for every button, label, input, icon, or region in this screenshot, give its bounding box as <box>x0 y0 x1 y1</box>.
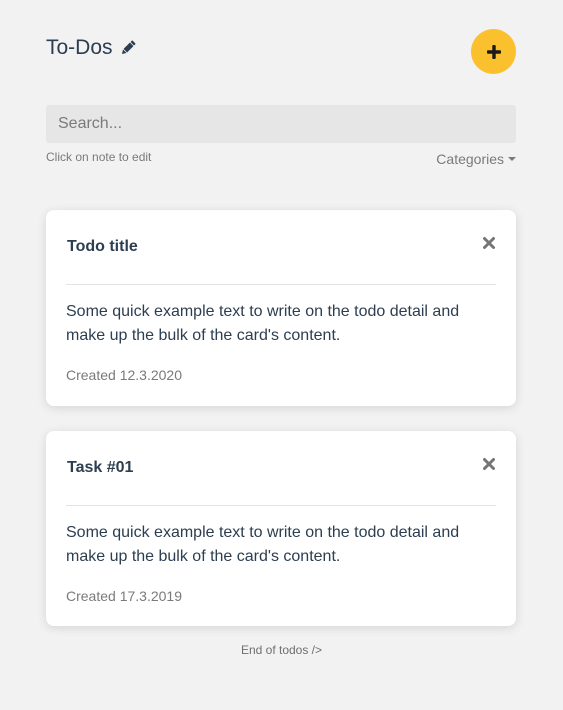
header: To-Dos <box>46 36 137 60</box>
todo-card[interactable]: Todo title Some quick example text to wr… <box>46 210 516 406</box>
add-todo-button[interactable] <box>471 29 516 74</box>
caret-down-icon <box>508 157 516 161</box>
edit-hint: Click on note to edit <box>46 150 152 164</box>
plus-icon <box>486 44 501 59</box>
close-icon[interactable] <box>482 457 496 471</box>
todo-text: Some quick example text to write on the … <box>66 524 460 565</box>
pencil-icon[interactable] <box>119 39 137 57</box>
search-input[interactable] <box>46 105 516 143</box>
categories-label: Categories <box>436 151 504 167</box>
todo-app: To-Dos Click on note to edit Categories … <box>0 0 563 710</box>
close-icon[interactable] <box>482 236 496 250</box>
todo-card[interactable]: Task #01 Some quick example text to writ… <box>46 431 516 626</box>
page-title: To-Dos <box>46 36 113 59</box>
todo-title: Todo title <box>67 238 138 255</box>
end-of-list-label: End of todos /> <box>240 643 323 657</box>
todo-text: Some quick example text to write on the … <box>66 303 460 344</box>
card-divider <box>66 284 496 285</box>
todo-created-date: Created 17.3.2019 <box>66 588 182 604</box>
todo-title: Task #01 <box>67 459 134 476</box>
todo-created-date: Created 12.3.2020 <box>66 367 182 383</box>
categories-dropdown[interactable]: Categories <box>436 151 516 167</box>
card-divider <box>66 505 496 506</box>
